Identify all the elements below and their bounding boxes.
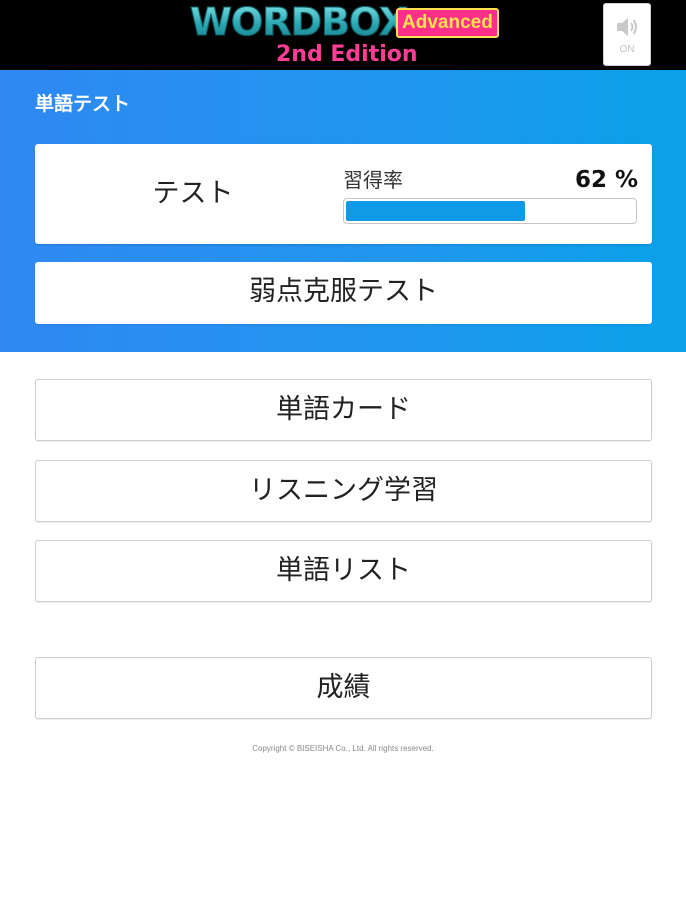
app-header: WORDBOX Advanced 2nd Edition ON [0, 0, 686, 70]
copyright-text: Copyright © BISEISHA Co., Ltd. All right… [252, 744, 434, 753]
test-label: テスト [152, 178, 234, 209]
word-card-button[interactable]: 単語カード [35, 379, 652, 441]
logo-advanced-badge: Advanced [396, 8, 499, 38]
word-test-section: 単語テスト テスト 習得率 62 % 弱点克服テスト [0, 70, 686, 352]
section-title: 単語テスト [35, 93, 131, 115]
test-card[interactable]: テスト 習得率 62 % [35, 144, 652, 244]
mastery-rate-label: 習得率 [343, 168, 403, 192]
sound-toggle-label: ON [619, 44, 635, 55]
app-screen: WORDBOX Advanced 2nd Edition ON 単語テスト テス… [0, 0, 686, 900]
word-list-button[interactable]: 単語リスト [35, 540, 652, 602]
logo-title: WORDBOX [189, 0, 408, 44]
wordbox-logo: WORDBOX Advanced 2nd Edition [189, 0, 500, 68]
sound-toggle-button[interactable]: ON [603, 3, 651, 66]
mastery-progress-bar [343, 198, 637, 224]
mastery-rate-value: 62 % [574, 167, 638, 193]
speaker-icon [617, 18, 637, 36]
weak-point-test-button[interactable]: 弱点克服テスト [35, 262, 652, 324]
mastery-progress-fill [346, 201, 525, 221]
results-button[interactable]: 成績 [35, 657, 652, 719]
logo-edition: 2nd Edition [276, 42, 418, 67]
listening-study-button[interactable]: リスニング学習 [35, 460, 652, 522]
